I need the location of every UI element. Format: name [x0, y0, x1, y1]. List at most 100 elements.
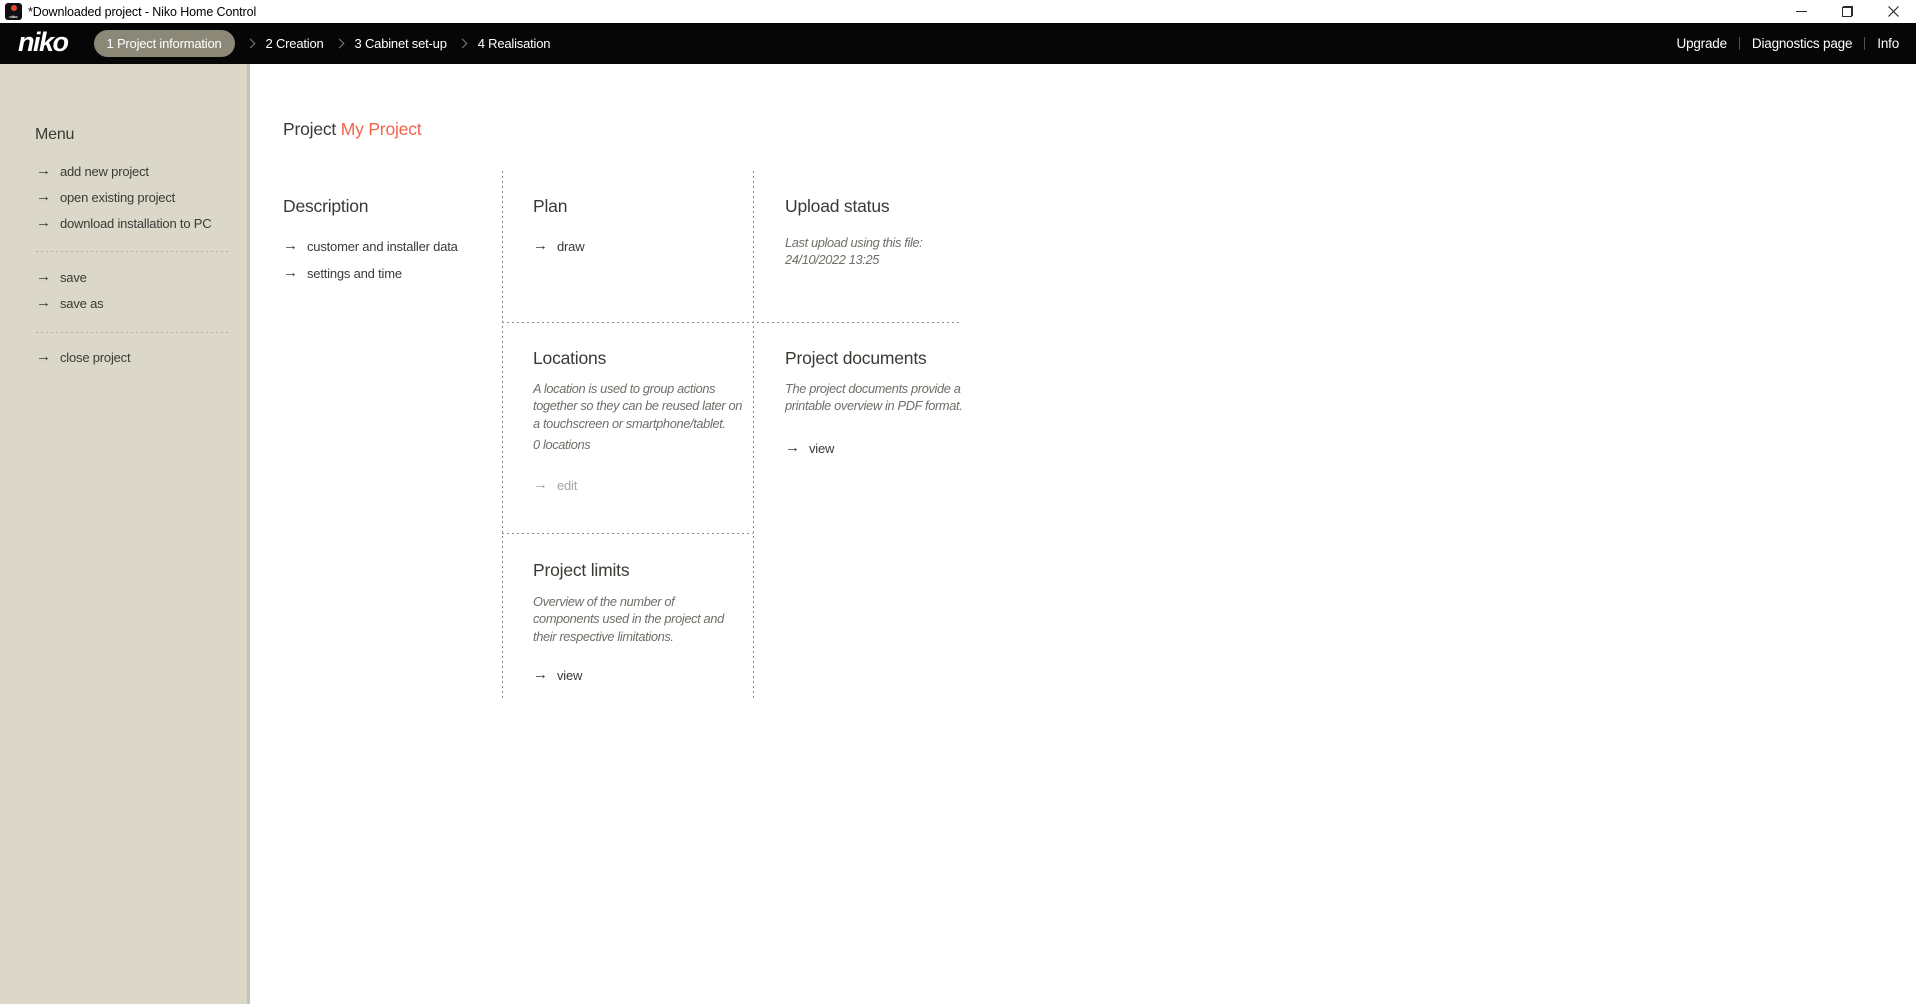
grid-divider-vertical — [753, 171, 754, 700]
card-project-limits: Project limits Overview of the number of… — [533, 561, 724, 684]
arrow-right-icon: → — [283, 263, 298, 281]
sidebar-item-close-project[interactable]: → close project — [36, 347, 131, 367]
body-line: Overview of the number of — [533, 594, 675, 609]
card-heading: Project documents — [785, 348, 927, 368]
sidebar-item-open-existing-project[interactable]: → open existing project — [36, 187, 175, 207]
arrow-right-icon: → — [36, 213, 51, 231]
tab-creation[interactable]: 2 Creation — [266, 36, 324, 51]
locations-description: A location is used to group actions toge… — [533, 380, 742, 432]
app-window: niko *Downloaded project - Niko Home Con… — [0, 0, 1916, 1004]
page-title: Project My Project — [283, 119, 422, 140]
body-line: a touchscreen or smartphone/tablet. — [533, 415, 726, 431]
arrow-right-icon: → — [36, 187, 51, 205]
info-link[interactable]: Info — [1865, 36, 1911, 51]
arrow-right-icon: → — [36, 267, 51, 285]
close-icon — [1887, 6, 1899, 17]
card-heading: Locations — [533, 348, 607, 368]
arrow-right-icon: → — [36, 161, 51, 179]
card-project-documents: Project documents The project documents … — [785, 348, 963, 458]
arrow-right-icon: → — [36, 293, 51, 311]
app-icon-label: niko — [9, 14, 18, 19]
card-heading: Description — [283, 196, 369, 216]
title-bar: niko *Downloaded project - Niko Home Con… — [0, 0, 1916, 23]
sidebar-item-label: open existing project — [60, 189, 176, 205]
top-nav-bar: niko 1 Project information 2 Creation 3 … — [0, 23, 1916, 64]
nav-right-links: Upgrade Diagnostics page Info — [1665, 36, 1911, 51]
link-label: view — [557, 667, 583, 683]
niko-logo: niko — [18, 26, 69, 57]
menu-heading: Menu — [35, 126, 75, 143]
grid-divider-horizontal — [502, 533, 753, 534]
menu-divider — [36, 251, 230, 252]
edit-locations-link[interactable]: → edit — [533, 477, 742, 495]
body-line: components used in the project and — [533, 611, 724, 627]
sidebar-item-save-as[interactable]: → save as — [36, 293, 104, 313]
draw-link[interactable]: → draw — [533, 236, 585, 255]
project-documents-description: The project documents provide a printabl… — [785, 380, 963, 415]
page-title-prefix: Project — [283, 119, 337, 139]
chevron-right-icon — [334, 38, 344, 49]
app-icon: niko — [5, 3, 22, 20]
diagnostics-page-link[interactable]: Diagnostics page — [1740, 36, 1864, 51]
arrow-right-icon: → — [36, 347, 51, 365]
sidebar-item-label: save as — [60, 295, 104, 311]
link-label: view — [809, 441, 835, 457]
restore-icon — [1841, 6, 1853, 17]
sidebar-menu: Menu → add new project → open existing p… — [0, 64, 250, 1004]
locations-count: 0 locations — [533, 437, 591, 453]
card-heading: Upload status — [785, 196, 890, 216]
tab-realisation[interactable]: 4 Realisation — [478, 36, 551, 51]
link-label: customer and installer data — [307, 238, 458, 254]
body-line: their respective limitations. — [533, 628, 674, 644]
close-button[interactable] — [1870, 0, 1916, 23]
link-label: draw — [557, 238, 585, 254]
card-heading: Project limits — [533, 560, 630, 580]
minimize-button[interactable] — [1778, 0, 1824, 23]
body-line: Last upload using this file: — [785, 235, 923, 250]
view-project-limits-link[interactable]: → view — [533, 666, 724, 684]
body-line: printable overview in PDF format. — [785, 398, 963, 414]
body-line: A location is used to group actions — [533, 381, 716, 396]
tab-cabinet-setup[interactable]: 3 Cabinet set-up — [355, 36, 447, 51]
grid-divider-horizontal — [502, 322, 962, 323]
arrow-right-icon: → — [533, 665, 548, 683]
tab-project-information[interactable]: 1 Project information — [93, 30, 235, 57]
project-limits-description: Overview of the number of components use… — [533, 593, 724, 645]
arrow-right-icon: → — [283, 236, 298, 254]
chevron-right-icon — [245, 38, 255, 49]
chevron-right-icon — [457, 38, 468, 49]
project-name: My Project — [340, 119, 422, 139]
card-plan: Plan → draw — [533, 196, 585, 255]
settings-and-time-link[interactable]: → settings and time — [283, 264, 458, 282]
arrow-right-icon: → — [533, 236, 548, 254]
link-label: edit — [557, 478, 578, 494]
minimize-icon — [1795, 11, 1807, 12]
arrow-right-icon: → — [785, 439, 800, 457]
customer-and-installer-data-link[interactable]: → customer and installer data — [283, 237, 458, 255]
card-locations: Locations A location is used to group ac… — [533, 349, 742, 495]
card-heading: Plan — [533, 196, 568, 216]
upload-timestamp: 24/10/2022 13:25 — [785, 252, 880, 268]
upgrade-link[interactable]: Upgrade — [1665, 36, 1739, 51]
window-title: *Downloaded project - Niko Home Control — [28, 4, 257, 19]
wizard-steps: 1 Project information 2 Creation 3 Cabin… — [93, 30, 551, 57]
sidebar-item-save[interactable]: → save — [36, 267, 87, 287]
sidebar-item-label: save — [60, 269, 87, 285]
menu-divider — [36, 332, 230, 333]
app-icon-dot — [10, 5, 17, 11]
grid-divider-vertical — [502, 171, 503, 700]
body-line: The project documents provide a — [785, 381, 961, 396]
sidebar-item-add-new-project[interactable]: → add new project — [36, 161, 149, 181]
link-label: settings and time — [307, 265, 402, 281]
view-project-documents-link[interactable]: → view — [785, 440, 962, 458]
restore-button[interactable] — [1824, 0, 1870, 23]
card-description: Description → customer and installer dat… — [283, 197, 458, 282]
sidebar-item-download-installation[interactable]: → download installation to PC — [36, 213, 212, 233]
upload-status-text: Last upload using this file: 24/10/2022 … — [785, 234, 923, 269]
window-controls — [1778, 0, 1916, 23]
sidebar-item-label: add new project — [60, 163, 149, 179]
body-line: together so they can be reused later on — [533, 398, 743, 414]
sidebar-item-label: close project — [60, 349, 131, 365]
sidebar-item-label: download installation to PC — [60, 215, 212, 231]
card-upload-status: Upload status Last upload using this fil… — [785, 196, 923, 269]
